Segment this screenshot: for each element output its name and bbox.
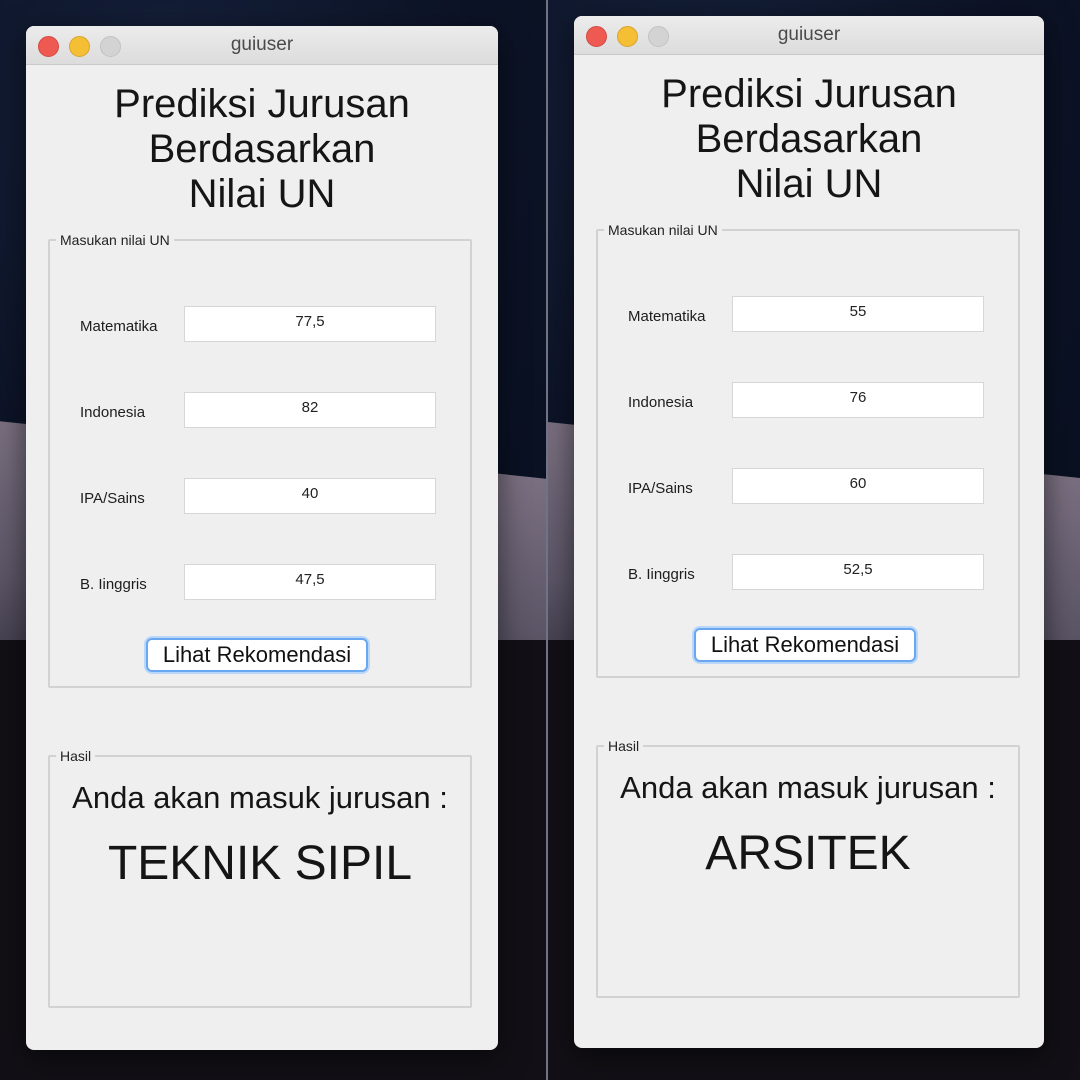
result-value: TEKNIK SIPIL — [107, 837, 413, 890]
field-row-inggris: B. Iinggris — [50, 564, 470, 602]
ipa-sains-input[interactable] — [732, 468, 984, 504]
field-row-matematika: Matematika — [598, 296, 1018, 334]
score-input-group: Masukan nilai UN Matematika Indonesia IP… — [596, 222, 1020, 678]
matematika-input[interactable] — [732, 296, 984, 332]
heading-line-2: Berdasarkan — [695, 117, 923, 161]
result-group-legend: Hasil — [60, 748, 92, 764]
window-title: guiuser — [230, 34, 294, 55]
screenshot-left: guiuser Prediksi Jurusan Berdasarkan Nil… — [0, 0, 546, 1080]
indonesia-input[interactable] — [184, 392, 436, 428]
field-label: IPA/Sains — [80, 490, 145, 507]
lihat-rekomendasi-button[interactable]: Lihat Rekomendasi — [694, 628, 916, 662]
lihat-rekomendasi-button[interactable]: Lihat Rekomendasi — [146, 638, 368, 672]
score-group-legend: Masukan nilai UN — [60, 232, 170, 248]
indonesia-input[interactable] — [732, 382, 984, 418]
matematika-input[interactable] — [184, 306, 436, 342]
page-heading: Prediksi Jurusan Berdasarkan Nilai UN — [26, 82, 498, 217]
field-label: Matematika — [80, 318, 158, 335]
field-row-indonesia: Indonesia — [50, 392, 470, 430]
app-window: guiuser Prediksi Jurusan Berdasarkan Nil… — [26, 26, 498, 1050]
field-row-matematika: Matematika — [50, 306, 470, 344]
result-group: Hasil Anda akan masuk jurusan : ARSITEK — [596, 738, 1020, 998]
heading-line-1: Prediksi Jurusan — [114, 82, 410, 126]
inggris-input[interactable] — [184, 564, 436, 600]
score-input-group: Masukan nilai UN Matematika Indonesia IP… — [48, 232, 472, 688]
inggris-input[interactable] — [732, 554, 984, 590]
result-group-legend: Hasil — [608, 738, 640, 754]
score-group-legend: Masukan nilai UN — [608, 222, 718, 238]
field-row-inggris: B. Iinggris — [598, 554, 1018, 592]
ipa-sains-input[interactable] — [184, 478, 436, 514]
screenshot-right: guiuser Prediksi Jurusan Berdasarkan Nil… — [548, 0, 1080, 1080]
field-row-indonesia: Indonesia — [598, 382, 1018, 420]
field-row-ipa: IPA/Sains — [50, 478, 470, 516]
field-label: Matematika — [628, 308, 706, 325]
result-label: Anda akan masuk jurusan : — [620, 770, 996, 805]
window-title: guiuser — [777, 24, 841, 45]
field-label: B. Iinggris — [628, 566, 695, 583]
app-window: guiuser Prediksi Jurusan Berdasarkan Nil… — [574, 16, 1044, 1048]
field-row-ipa: IPA/Sains — [598, 468, 1018, 506]
result-group: Hasil Anda akan masuk jurusan : TEKNIK S… — [48, 748, 472, 1008]
result-label: Anda akan masuk jurusan : — [72, 780, 448, 815]
heading-line-2: Berdasarkan — [148, 127, 376, 171]
result-value: ARSITEK — [705, 827, 911, 880]
heading-line-3: Nilai UN — [188, 172, 336, 216]
field-label: Indonesia — [628, 394, 694, 411]
field-label: B. Iinggris — [80, 576, 147, 593]
heading-line-3: Nilai UN — [735, 162, 883, 206]
field-label: IPA/Sains — [628, 480, 693, 497]
title-bar[interactable]: guiuser — [574, 16, 1044, 55]
heading-line-1: Prediksi Jurusan — [661, 72, 957, 116]
field-label: Indonesia — [80, 404, 146, 421]
title-bar[interactable]: guiuser — [26, 26, 498, 65]
page-heading: Prediksi Jurusan Berdasarkan Nilai UN — [574, 72, 1044, 207]
